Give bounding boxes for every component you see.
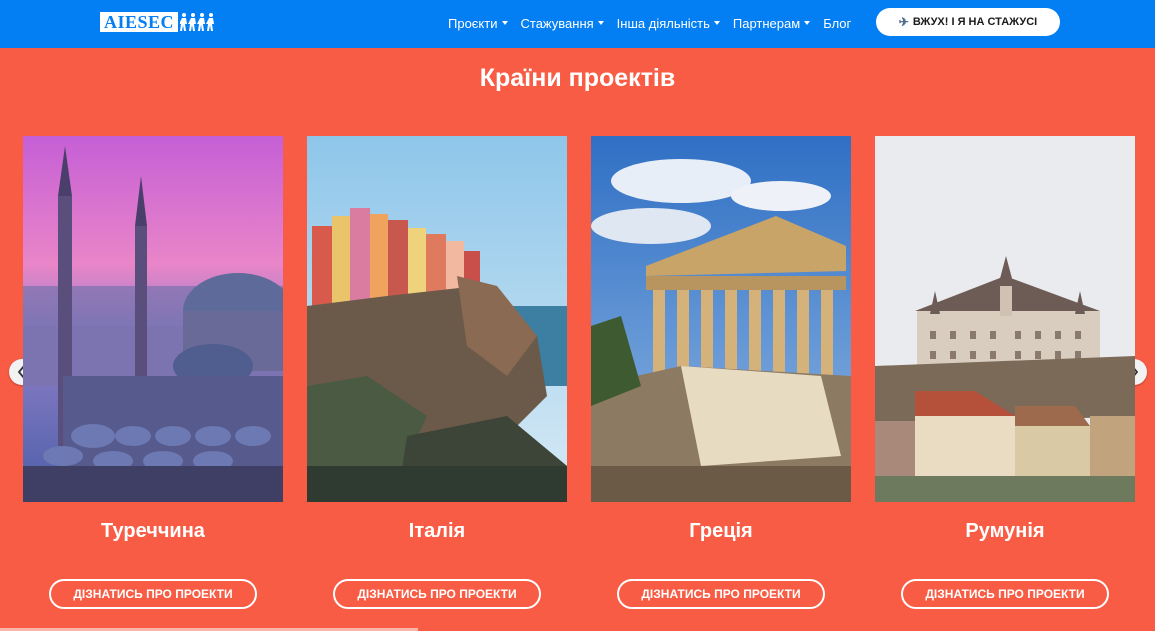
parthenon-image[interactable] <box>591 136 851 502</box>
sighisoara-image[interactable] <box>875 136 1135 502</box>
country-card-greece: Греція ДІЗНАТИСЬ ПРО ПРОЕКТИ <box>591 136 851 609</box>
istanbul-mosque-image[interactable] <box>23 136 283 502</box>
nav-label: Проєкти <box>448 15 498 31</box>
caret-down-icon <box>501 21 508 25</box>
country-name: Греція <box>689 520 753 542</box>
nav-projects[interactable]: Проєкти <box>448 14 508 32</box>
nav-label: Партнерам <box>732 15 801 31</box>
caret-down-icon <box>804 21 811 25</box>
learn-more-button[interactable]: ДІЗНАТИСЬ ПРО ПРОЕКТИ <box>901 579 1109 609</box>
site-header: AIESEC Проєкти Стажування Інша діяльніст… <box>0 0 1155 48</box>
airplane-icon: ✈ <box>898 15 909 29</box>
country-card-italy: Італія ДІЗНАТИСЬ ПРО ПРОЕКТИ <box>307 136 567 609</box>
learn-more-button[interactable]: ДІЗНАТИСЬ ПРО ПРОЕКТИ <box>617 579 825 609</box>
country-card-romania: Румунія ДІЗНАТИСЬ ПРО ПРОЕКТИ <box>875 136 1135 609</box>
aiesec-logo[interactable]: AIESEC <box>100 12 240 32</box>
nav-label: Інша діяльність <box>616 15 710 31</box>
country-name: Італія <box>408 520 466 542</box>
nav-partners[interactable]: Партнерам <box>732 14 811 32</box>
main-nav: Проєкти Стажування Інша діяльність Партн… <box>448 14 864 32</box>
internship-cta-button[interactable]: ✈ ВЖУХ! І Я НА СТАЖУСІ <box>876 8 1060 36</box>
logo-wordmark: AIESEC <box>100 12 179 32</box>
nav-label: Блог <box>823 15 852 31</box>
cinque-terre-image[interactable] <box>307 136 567 502</box>
country-name: Румунія <box>965 520 1045 542</box>
caret-down-icon <box>597 21 604 25</box>
nav-label: Стажування <box>520 15 594 31</box>
country-name: Туреччина <box>101 520 205 542</box>
learn-more-button[interactable]: ДІЗНАТИСЬ ПРО ПРОЕКТИ <box>49 579 257 609</box>
country-card-turkey: Туреччина ДІЗНАТИСЬ ПРО ПРОЕКТИ <box>23 136 283 609</box>
logo-figures-icon <box>180 12 216 32</box>
nav-blog[interactable]: Блог <box>823 14 851 32</box>
section-title: Країни проектів <box>479 64 676 92</box>
nav-other-activities[interactable]: Інша діяльність <box>617 14 720 32</box>
caret-down-icon <box>713 21 720 25</box>
learn-more-button[interactable]: ДІЗНАТИСЬ ПРО ПРОЕКТИ <box>333 579 541 609</box>
cta-label: ВЖУХ! І Я НА СТАЖУСІ <box>912 16 1038 28</box>
nav-internships[interactable]: Стажування <box>521 14 604 32</box>
